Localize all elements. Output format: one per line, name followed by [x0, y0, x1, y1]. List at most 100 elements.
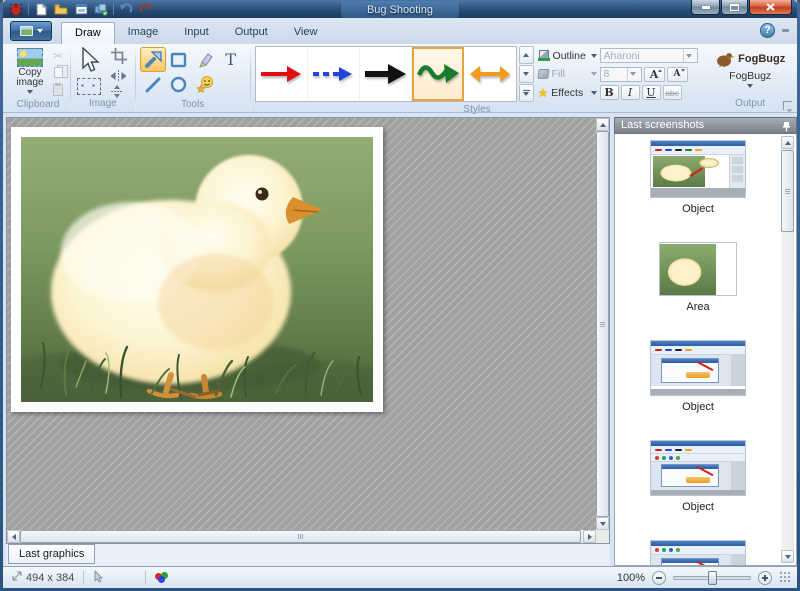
shrink-font-button[interactable]: A [667, 67, 688, 82]
combo-dropdown-button[interactable] [627, 68, 638, 81]
scroll-down-button[interactable] [596, 517, 609, 530]
thumbnail-object-window[interactable] [650, 340, 746, 396]
close-button[interactable] [749, 0, 792, 15]
strikethrough-button[interactable]: abc [663, 85, 682, 100]
application-menu-button[interactable] [10, 21, 52, 41]
chevron-down-icon [27, 90, 33, 94]
stamp-tool-button[interactable] [192, 72, 218, 97]
pointer-icon [77, 47, 101, 73]
tab-input[interactable]: Input [171, 22, 221, 44]
style-black-arrow[interactable] [360, 47, 412, 101]
tab-draw[interactable]: Draw [61, 22, 115, 44]
horizontal-scroll-thumb[interactable] [20, 530, 581, 543]
bold-button[interactable]: B [600, 85, 619, 100]
crop-button[interactable] [111, 48, 127, 69]
screenshot-list: Object Area [616, 134, 780, 565]
style-orange-double-arrow[interactable] [464, 47, 516, 101]
copy-image-button[interactable]: Copy image [10, 47, 50, 97]
resize-grip[interactable] [779, 571, 791, 583]
italic-button[interactable]: I [621, 85, 640, 100]
zoom-slider-thumb[interactable] [708, 571, 717, 585]
chevron-down-icon [591, 54, 597, 58]
thumbnail-object-window[interactable] [650, 440, 746, 496]
scroll-up-button[interactable] [781, 136, 794, 149]
cut-button[interactable]: ✂ [50, 48, 66, 63]
rectangle-tool-button[interactable] [166, 47, 192, 72]
minimize-button[interactable] [691, 0, 720, 15]
vertical-scroll-thumb[interactable] [596, 131, 609, 517]
style-red-arrow[interactable] [256, 47, 308, 101]
tab-output[interactable]: Output [222, 22, 281, 44]
scroll-right-button[interactable] [583, 530, 596, 543]
chevron-left-icon [12, 534, 16, 540]
sidebar-scroll-thumb[interactable] [781, 150, 794, 232]
fill-button[interactable]: Fill [538, 67, 597, 82]
sidebar-scrollbar[interactable] [781, 136, 794, 563]
group-divider [70, 48, 71, 109]
pointer-tool-button[interactable] [77, 47, 101, 78]
copy-button[interactable] [50, 65, 66, 80]
maximize-button[interactable] [721, 0, 748, 15]
selection-marquee-button[interactable] [77, 78, 101, 95]
group-label-output: Output [705, 98, 795, 112]
thumb-art [651, 389, 745, 395]
highlighter-tool-button[interactable] [192, 47, 218, 72]
ribbon-minimize-button[interactable] [782, 29, 789, 32]
paste-button[interactable] [50, 82, 66, 97]
gallery-expand-button[interactable] [519, 84, 534, 102]
last-screenshots-panel: Last screenshots [614, 117, 797, 566]
copy-image-label: Copy image [12, 68, 48, 88]
dialog-launcher-icon[interactable] [783, 101, 792, 110]
image-dimensions: 494 x 384 [26, 572, 74, 584]
window-controls [691, 0, 792, 15]
scroll-down-button[interactable] [781, 550, 794, 563]
main-area: Last graphics Last screenshots [3, 113, 797, 566]
font-family-select[interactable]: Aharoni [600, 48, 698, 63]
style-green-wavy-arrow[interactable] [412, 47, 464, 101]
style-blue-dashed-arrow[interactable] [308, 47, 360, 101]
vertical-scrollbar[interactable] [596, 118, 609, 530]
tab-view[interactable]: View [281, 22, 331, 44]
maximize-icon [730, 4, 739, 11]
captured-image[interactable] [11, 127, 383, 412]
app-window: Bug Shooting Draw Image Input Output [0, 0, 800, 591]
group-label-image: Image [72, 98, 134, 112]
thumb-grip [785, 189, 790, 194]
thumbnail-object-annotated[interactable] [650, 140, 746, 198]
effects-button[interactable]: ★ Effects [538, 85, 597, 100]
chevron-right-icon [588, 534, 592, 540]
line-tool-button[interactable] [140, 72, 166, 97]
help-button[interactable]: ? [760, 23, 775, 38]
arrow-tool-button[interactable] [140, 47, 166, 72]
shrink-font-label: A [674, 69, 681, 79]
gallery-scroll-up-button[interactable] [519, 46, 534, 64]
zoom-out-button[interactable] [652, 571, 666, 585]
underline-button[interactable]: U [642, 85, 661, 100]
scroll-up-button[interactable] [596, 118, 609, 131]
window-title: Bug Shooting [341, 1, 459, 19]
scroll-left-button[interactable] [7, 530, 20, 543]
thumbnail-partial[interactable] [650, 540, 746, 565]
combo-dropdown-button[interactable] [683, 49, 694, 62]
fogbugz-output-button[interactable]: FogBugz FogBugz [713, 47, 787, 96]
text-tool-button[interactable]: T [218, 47, 244, 72]
font-size-select[interactable]: 8 [600, 67, 642, 82]
thumb-art [651, 555, 745, 565]
thumbnail-label: Object [682, 401, 714, 413]
fill-label: Fill [552, 68, 565, 80]
thumbnail-area[interactable] [659, 242, 737, 296]
gallery-scroll-down-button[interactable] [519, 65, 534, 83]
window-title-area: Bug Shooting [3, 0, 797, 18]
tab-image[interactable]: Image [115, 22, 172, 44]
ellipse-tool-button[interactable] [166, 72, 192, 97]
document-tab-last-graphics[interactable]: Last graphics [8, 544, 95, 564]
list-item: Area [659, 242, 737, 313]
grow-font-button[interactable]: A [644, 67, 665, 82]
minimize-icon [702, 6, 710, 9]
zoom-in-button[interactable] [758, 571, 772, 585]
group-divider [250, 48, 251, 109]
chick-photo [21, 137, 373, 402]
horizontal-scrollbar[interactable] [7, 530, 596, 543]
outline-button[interactable]: Outline [538, 48, 597, 63]
zoom-slider[interactable] [673, 576, 751, 580]
